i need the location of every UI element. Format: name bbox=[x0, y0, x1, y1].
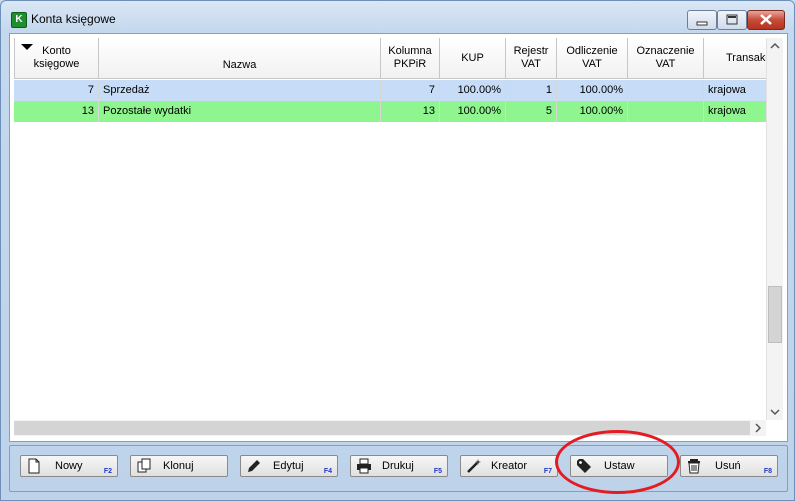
cell-kup: 100.00% bbox=[440, 101, 506, 122]
cell-konto: 13 bbox=[14, 101, 99, 122]
accounts-panel: Konto księgowe Nazwa Kolumna PKPiR KUP R… bbox=[9, 33, 788, 442]
cell-transakcja: krajowa bbox=[708, 105, 746, 117]
cell-kolumna: 7 bbox=[381, 80, 440, 101]
minimize-button[interactable] bbox=[687, 10, 717, 30]
delete-button[interactable]: Usuń F8 bbox=[680, 455, 778, 477]
shortcut-key: F8 bbox=[763, 468, 772, 475]
edit-button[interactable]: Edytuj F4 bbox=[240, 455, 338, 477]
cell-kolumna: 13 bbox=[381, 101, 440, 122]
column-header-rejestr-vat[interactable]: Rejestr VAT bbox=[506, 38, 557, 79]
sort-descending-icon bbox=[21, 44, 33, 50]
window: K Konta księgowe Konto księgowe Nazwa Ko… bbox=[0, 0, 795, 501]
app-icon: K bbox=[11, 12, 27, 28]
close-icon bbox=[760, 14, 772, 25]
wizard-button[interactable]: Kreator F7 bbox=[460, 455, 558, 477]
cell-odliczenie: 100.00% bbox=[557, 80, 628, 101]
button-label: Kreator bbox=[491, 460, 528, 472]
close-button[interactable] bbox=[747, 10, 785, 30]
cell-kup: 100.00% bbox=[440, 80, 506, 101]
window-title: Konta księgowe bbox=[31, 12, 116, 26]
table-row[interactable]: 7 Sprzedaż 7 100.00% 1 100.00% krajowa bbox=[14, 80, 766, 101]
maximize-icon bbox=[726, 14, 738, 25]
column-header-label: KUP bbox=[461, 51, 484, 64]
button-label: Klonuj bbox=[163, 460, 194, 472]
column-header-label: Kolumna PKPiR bbox=[388, 45, 432, 70]
column-header-label: Nazwa bbox=[222, 59, 257, 71]
cell-konto: 7 bbox=[14, 80, 99, 101]
cell-oznaczenie bbox=[628, 101, 704, 122]
scroll-up-icon[interactable] bbox=[767, 38, 783, 54]
cell-odliczenie: 100.00% bbox=[557, 101, 628, 122]
new-button[interactable]: Nowy F2 bbox=[20, 455, 118, 477]
cell-oznaczenie bbox=[628, 80, 704, 101]
column-header-odliczenie-vat[interactable]: Odliczenie VAT bbox=[557, 38, 628, 79]
cell-nazwa: Pozostałe wydatki bbox=[99, 101, 381, 122]
vertical-scrollbar[interactable] bbox=[766, 38, 783, 420]
shortcut-key: F4 bbox=[323, 468, 332, 475]
scroll-down-icon[interactable] bbox=[767, 404, 783, 420]
column-header-label: Konto księgowe bbox=[33, 45, 80, 70]
accounts-grid: Konto księgowe Nazwa Kolumna PKPiR KUP R… bbox=[14, 38, 766, 420]
column-header-kup[interactable]: KUP bbox=[440, 38, 506, 79]
cell-transakcja: krajowa bbox=[708, 84, 746, 96]
column-header-label: Transakcja bbox=[726, 51, 766, 64]
minimize-icon bbox=[696, 21, 708, 26]
button-label: Drukuj bbox=[382, 460, 414, 472]
shortcut-key: F7 bbox=[543, 468, 552, 475]
printer-icon bbox=[357, 458, 371, 474]
highlight-annotation bbox=[555, 430, 680, 494]
horizontal-scrollbar[interactable] bbox=[14, 420, 766, 436]
new-document-icon bbox=[28, 458, 40, 474]
shortcut-key: F5 bbox=[433, 468, 442, 475]
table-row[interactable]: 13 Pozostałe wydatki 13 100.00% 5 100.00… bbox=[14, 101, 766, 122]
column-header-label: Odliczenie VAT bbox=[566, 45, 618, 70]
maximize-button[interactable] bbox=[717, 10, 747, 30]
cell-rejestr: 1 bbox=[506, 80, 557, 101]
button-label: Usuń bbox=[715, 460, 741, 472]
cell-rejestr: 5 bbox=[506, 101, 557, 122]
column-header-label: Oznaczenie VAT bbox=[636, 45, 695, 70]
trash-icon bbox=[688, 459, 700, 474]
pencil-icon bbox=[248, 460, 260, 472]
column-header-transakcja[interactable]: Transakcja bbox=[704, 38, 766, 79]
column-header-nazwa[interactable]: Nazwa bbox=[99, 38, 381, 79]
magic-wand-icon bbox=[467, 459, 481, 473]
vertical-scroll-thumb[interactable] bbox=[768, 286, 782, 343]
shortcut-key: F2 bbox=[103, 468, 112, 475]
column-header-kolumna-pkpir[interactable]: Kolumna PKPiR bbox=[381, 38, 440, 79]
title-bar[interactable]: K Konta księgowe bbox=[1, 1, 794, 35]
scroll-right-icon[interactable] bbox=[750, 420, 766, 436]
column-header-oznaczenie-vat[interactable]: Oznaczenie VAT bbox=[628, 38, 704, 79]
clone-button[interactable]: Klonuj bbox=[130, 455, 228, 477]
cell-nazwa: Sprzedaż bbox=[99, 80, 381, 101]
button-label: Edytuj bbox=[273, 460, 304, 472]
button-label: Nowy bbox=[55, 460, 83, 472]
column-header-konto[interactable]: Konto księgowe bbox=[14, 38, 99, 79]
clone-icon bbox=[137, 458, 151, 473]
column-header-label: Rejestr VAT bbox=[513, 45, 549, 70]
print-button[interactable]: Drukuj F5 bbox=[350, 455, 448, 477]
